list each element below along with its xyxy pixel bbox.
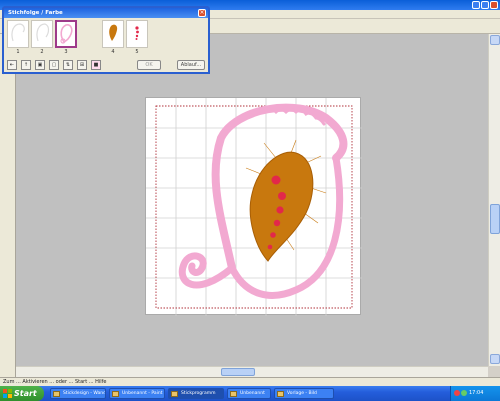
move-first-icon[interactable]: ⇤: [7, 60, 17, 70]
swatch-label: 2: [40, 49, 44, 55]
stitch-sequence-palette: Stichfolge / Farbe × 1 2 3 4 5 ⇤ ↑ ▣ ▢ ⇅…: [2, 6, 210, 74]
start-label: Start: [14, 389, 37, 398]
color-icon[interactable]: ■: [91, 60, 101, 70]
maximize-button[interactable]: [481, 1, 489, 9]
window-controls: [472, 1, 498, 9]
clock[interactable]: 17:04: [469, 390, 483, 396]
horizontal-scroll-thumb[interactable]: [221, 368, 255, 376]
taskbar: Start Stickdesign - Wand Unbenannt - Pai…: [0, 386, 500, 401]
vertical-scrollbar[interactable]: [488, 34, 500, 366]
status-text: Zum ... Aktivieren ... oder ... Start ..…: [3, 379, 107, 385]
swatch-label: 4: [111, 49, 115, 55]
vertical-scroll-thumb[interactable]: [490, 204, 500, 234]
palette-title: Stichfolge / Farbe: [8, 10, 63, 16]
palette-toolbar: ⇤ ↑ ▣ ▢ ⇅ ⊞ ■ OK Ablauf...: [7, 60, 207, 72]
left-tool-column: A: [0, 34, 16, 378]
swatch-label: 1: [16, 49, 20, 55]
design-canvas[interactable]: [145, 97, 362, 316]
status-bar: Zum ... Aktivieren ... oder ... Start ..…: [0, 377, 500, 386]
sequence-button[interactable]: Ablauf...: [177, 60, 205, 70]
swatch-1[interactable]: [7, 20, 29, 48]
swatch-2[interactable]: [31, 20, 53, 48]
taskbar-item-label: Stickdesign - Wand: [63, 391, 106, 396]
network-icon[interactable]: [461, 390, 467, 396]
taskbar-item-label: Unbenannt - Paint: [122, 391, 163, 396]
swatch-4[interactable]: [102, 20, 124, 48]
windows-logo-icon: [3, 389, 12, 398]
horizontal-scrollbar[interactable]: [16, 366, 488, 377]
app-icon: [277, 391, 284, 397]
minimize-button[interactable]: [472, 1, 480, 9]
palette-close-icon[interactable]: ×: [198, 9, 206, 17]
system-tray: 17:04: [450, 386, 500, 401]
taskbar-item[interactable]: Stickdesign - Wand: [50, 388, 106, 399]
merge-icon[interactable]: ⊞: [77, 60, 87, 70]
sort-icon[interactable]: ⇅: [63, 60, 73, 70]
close-button[interactable]: [490, 1, 498, 9]
paisley-fill: [249, 151, 314, 262]
group-icon[interactable]: ▣: [35, 60, 45, 70]
palette-titlebar[interactable]: Stichfolge / Farbe: [4, 8, 208, 18]
app-icon: [112, 391, 119, 397]
app-icon: [53, 391, 60, 397]
swatch-label: 5: [135, 49, 139, 55]
taskbar-item[interactable]: Unbenannt: [227, 388, 271, 399]
scroll-down-button[interactable]: [490, 354, 500, 364]
app-icon: [171, 391, 178, 397]
scroll-up-button[interactable]: [490, 35, 500, 45]
taskbar-item[interactable]: Vorlage - Bild: [274, 388, 334, 399]
ungroup-icon[interactable]: ▢: [49, 60, 59, 70]
move-up-icon[interactable]: ↑: [21, 60, 31, 70]
swatch-3-selected[interactable]: [55, 20, 77, 48]
swatch-label: 3: [64, 49, 68, 55]
start-button[interactable]: Start: [0, 386, 44, 401]
taskbar-item-label: Stickprogramm: [181, 391, 216, 396]
taskbar-item[interactable]: Unbenannt - Paint: [109, 388, 165, 399]
taskbar-item-label: Vorlage - Bild: [287, 391, 317, 396]
taskbar-item[interactable]: Stickprogramm: [168, 388, 224, 399]
ok-button[interactable]: OK: [137, 60, 161, 70]
color-swatch-list: 1 2 3 4 5: [7, 20, 205, 56]
security-icon[interactable]: [454, 390, 460, 396]
swatch-5[interactable]: [126, 20, 148, 48]
app-icon: [230, 391, 237, 397]
taskbar-item-label: Unbenannt: [240, 391, 265, 396]
